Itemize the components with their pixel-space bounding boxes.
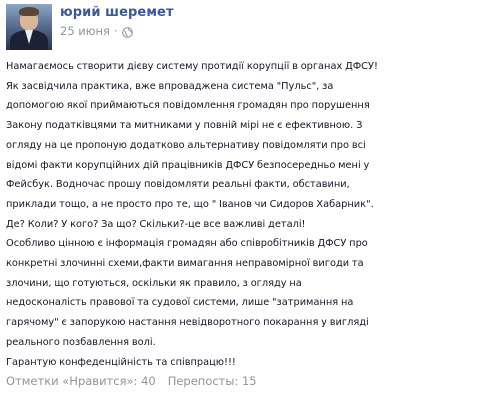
post-text-line: Гарантую конфеденційність та співпрацю!!… bbox=[6, 356, 236, 368]
post-text: Намагаємось створити дієву систему проти… bbox=[6, 57, 484, 372]
likes-count[interactable]: Отметки «Нравится»: 40 bbox=[6, 374, 156, 388]
post-text-line: конкретні злочинні схеми,факти вимагання… bbox=[6, 258, 364, 270]
post-text-line: Особливо цінною є інформація громадян аб… bbox=[6, 238, 368, 250]
post-text-line: злочини, що готуються, оскільки як прави… bbox=[6, 277, 302, 289]
post-subline: 25 июня · bbox=[60, 23, 174, 39]
post-text-line: недосконалість правової та судової систе… bbox=[6, 297, 354, 309]
post-text-line: Де? Коли? У кого? За що? Скільки?-це все… bbox=[6, 218, 306, 230]
post-text-line: відомі факти корупційних дій працівників… bbox=[6, 159, 370, 171]
post-text-line: Закону податківцями та митниками у повні… bbox=[6, 120, 363, 132]
post-meta: юрий шеремет 25 июня · bbox=[60, 2, 174, 54]
post-header: юрий шеремет 25 июня · bbox=[6, 2, 174, 54]
post-text-line: гарячому" є запорукою настання невідворо… bbox=[6, 317, 369, 329]
post-text-line: реального позбавлення волі. bbox=[6, 336, 156, 348]
post-text-line: допомогою якої приймаються повідомлення … bbox=[6, 100, 370, 112]
post-text-line: огляду на це пропоную додатково альтерна… bbox=[6, 139, 366, 151]
post-text-line: Фейсбук. Водночас прошу повідомляти реал… bbox=[6, 179, 350, 191]
post-text-line: Намагаємось створити дієву систему проти… bbox=[6, 61, 378, 72]
post-text-line: приклади тощо, а не просто про те, що " … bbox=[6, 198, 374, 210]
post-date[interactable]: 25 июня bbox=[60, 23, 110, 39]
author-name[interactable]: юрий шеремет bbox=[60, 4, 174, 21]
post-text-line: Як засвідчила практика, вже впроваджена … bbox=[6, 80, 334, 92]
separator-dot: · bbox=[113, 24, 118, 38]
globe-icon[interactable] bbox=[121, 26, 133, 38]
facebook-post: юрий шеремет 25 июня · Намагаємось створ… bbox=[0, 0, 488, 420]
post-footer: Отметки «Нравится»: 40 Перепосты: 15 bbox=[6, 374, 257, 388]
avatar[interactable] bbox=[6, 4, 52, 50]
shares-count[interactable]: Перепосты: 15 bbox=[168, 374, 257, 388]
